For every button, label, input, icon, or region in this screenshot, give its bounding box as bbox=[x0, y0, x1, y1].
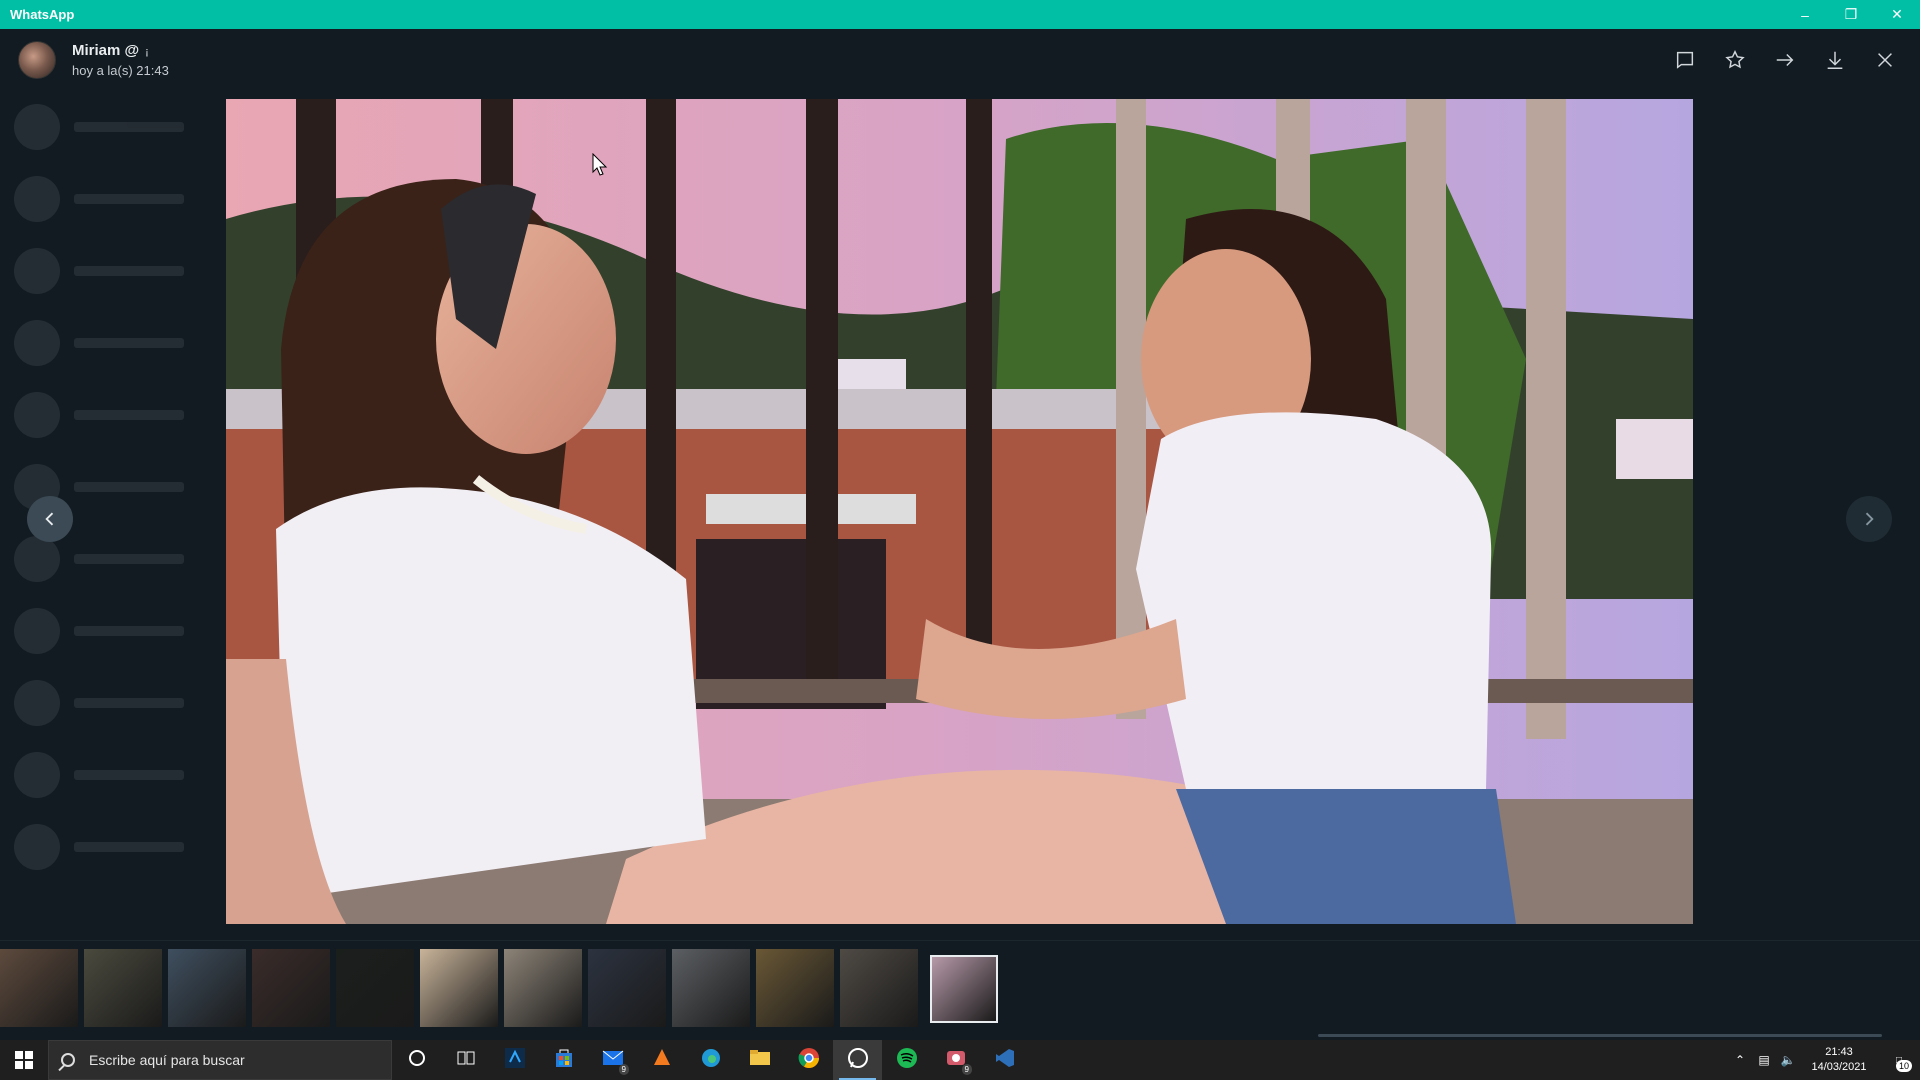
clock-date: 14/03/2021 bbox=[1811, 1061, 1867, 1073]
taskbar-app-spotify[interactable] bbox=[882, 1040, 931, 1080]
photoshop-icon bbox=[504, 1047, 526, 1074]
taskbar-app-store[interactable] bbox=[539, 1040, 588, 1080]
chevron-up-icon[interactable]: ⌃ bbox=[1728, 1040, 1752, 1080]
cortana-icon bbox=[408, 1049, 426, 1072]
app-badge: 9 bbox=[961, 1064, 972, 1075]
clock-time: 21:43 bbox=[1825, 1046, 1853, 1058]
go-to-message-button[interactable] bbox=[1670, 45, 1700, 75]
media-thumbnail[interactable] bbox=[252, 949, 330, 1027]
mouse-cursor-icon bbox=[592, 153, 608, 176]
close-viewer-button[interactable] bbox=[1870, 45, 1900, 75]
media-thumbnail[interactable] bbox=[756, 949, 834, 1027]
main-photo bbox=[226, 99, 1693, 924]
taskbar-apps: 99 bbox=[392, 1040, 1029, 1080]
thumbnail-scrollbar[interactable] bbox=[1318, 1034, 1882, 1037]
visual-studio-icon bbox=[994, 1047, 1016, 1074]
windows-taskbar: Escribe aquí para buscar 99 ⌃ ▤ 🔈 21:43 … bbox=[0, 1040, 1920, 1080]
sender-info: Miriam @ ¡ hoy a la(s) 21:43 bbox=[72, 42, 169, 78]
volume-icon[interactable]: 🔈 bbox=[1776, 1040, 1800, 1080]
taskbar-search-input[interactable]: Escribe aquí para buscar bbox=[48, 1040, 392, 1080]
media-thumbnail-strip bbox=[0, 940, 1920, 1030]
photo-two-girls-balcony bbox=[226, 99, 1693, 924]
search-placeholder: Escribe aquí para buscar bbox=[89, 1052, 245, 1068]
search-icon bbox=[61, 1053, 75, 1067]
notification-center-button[interactable]: □ 10 bbox=[1878, 1040, 1920, 1080]
windows-logo-icon bbox=[15, 1051, 33, 1069]
media-thumbnail[interactable] bbox=[168, 949, 246, 1027]
download-button[interactable] bbox=[1820, 45, 1850, 75]
forward-button[interactable] bbox=[1770, 45, 1800, 75]
restore-icon[interactable]: ❐ bbox=[1828, 0, 1874, 29]
notification-count: 10 bbox=[1895, 1060, 1912, 1072]
media-thumbnail[interactable] bbox=[840, 949, 918, 1027]
app-title: WhatsApp bbox=[10, 7, 75, 22]
forward-icon bbox=[1776, 53, 1794, 67]
close-icon[interactable]: ✕ bbox=[1874, 0, 1920, 29]
spotify-icon bbox=[896, 1047, 918, 1074]
chevron-left-icon bbox=[45, 512, 54, 526]
media-thumbnail[interactable] bbox=[588, 949, 666, 1027]
taskbar-app-video-app[interactable]: 9 bbox=[931, 1040, 980, 1080]
app-badge: 9 bbox=[618, 1064, 629, 1075]
message-timestamp: hoy a la(s) 21:43 bbox=[72, 63, 169, 78]
media-thumbnail[interactable] bbox=[420, 949, 498, 1027]
media-thumbnail[interactable] bbox=[930, 955, 998, 1023]
star-icon bbox=[1725, 50, 1745, 69]
taskbar-app-edge[interactable] bbox=[686, 1040, 735, 1080]
media-viewer-header: Miriam @ ¡ hoy a la(s) 21:43 bbox=[0, 29, 1920, 91]
taskbar-app-task-view[interactable] bbox=[441, 1040, 490, 1080]
message-icon bbox=[1676, 51, 1694, 69]
previous-media-button[interactable] bbox=[27, 496, 73, 542]
viewer-actions bbox=[1670, 29, 1900, 91]
title-bar: WhatsApp – ❐ ✕ bbox=[0, 0, 1920, 29]
system-tray: ⌃ ▤ 🔈 21:43 14/03/2021 □ 10 bbox=[1728, 1040, 1920, 1080]
taskbar-app-file-explorer[interactable] bbox=[735, 1040, 784, 1080]
file-explorer-icon bbox=[749, 1049, 771, 1072]
close-icon bbox=[1878, 53, 1892, 67]
taskbar-app-mail[interactable]: 9 bbox=[588, 1040, 637, 1080]
sender-name-text: Miriam @ bbox=[72, 42, 140, 59]
media-thumbnail[interactable] bbox=[672, 949, 750, 1027]
taskbar-app-visual-studio[interactable] bbox=[980, 1040, 1029, 1080]
chevron-right-icon bbox=[1865, 512, 1874, 526]
media-thumbnail[interactable] bbox=[336, 949, 414, 1027]
minimize-icon[interactable]: – bbox=[1782, 0, 1828, 29]
avatar[interactable] bbox=[18, 41, 56, 79]
office-icon bbox=[651, 1047, 673, 1074]
edge-icon bbox=[700, 1047, 722, 1074]
sender-badge: ¡ bbox=[145, 46, 149, 58]
taskbar-app-whatsapp[interactable] bbox=[833, 1040, 882, 1080]
taskbar-app-office[interactable] bbox=[637, 1040, 686, 1080]
chrome-icon bbox=[798, 1047, 820, 1074]
media-thumbnail[interactable] bbox=[84, 949, 162, 1027]
media-thumbnail[interactable] bbox=[504, 949, 582, 1027]
download-icon bbox=[1827, 51, 1843, 69]
star-button[interactable] bbox=[1720, 45, 1750, 75]
store-icon bbox=[553, 1047, 575, 1074]
task-view-icon bbox=[456, 1049, 476, 1072]
sender-name: Miriam @ ¡ bbox=[72, 42, 169, 59]
whatsapp-icon bbox=[847, 1047, 869, 1074]
network-icon[interactable]: ▤ bbox=[1752, 1040, 1776, 1080]
media-thumbnail[interactable] bbox=[0, 949, 78, 1027]
taskbar-app-chrome[interactable] bbox=[784, 1040, 833, 1080]
taskbar-app-cortana[interactable] bbox=[392, 1040, 441, 1080]
taskbar-app-photoshop[interactable] bbox=[490, 1040, 539, 1080]
start-button[interactable] bbox=[0, 1040, 48, 1080]
next-media-button[interactable] bbox=[1846, 496, 1892, 542]
taskbar-clock[interactable]: 21:43 14/03/2021 bbox=[1800, 1045, 1878, 1075]
